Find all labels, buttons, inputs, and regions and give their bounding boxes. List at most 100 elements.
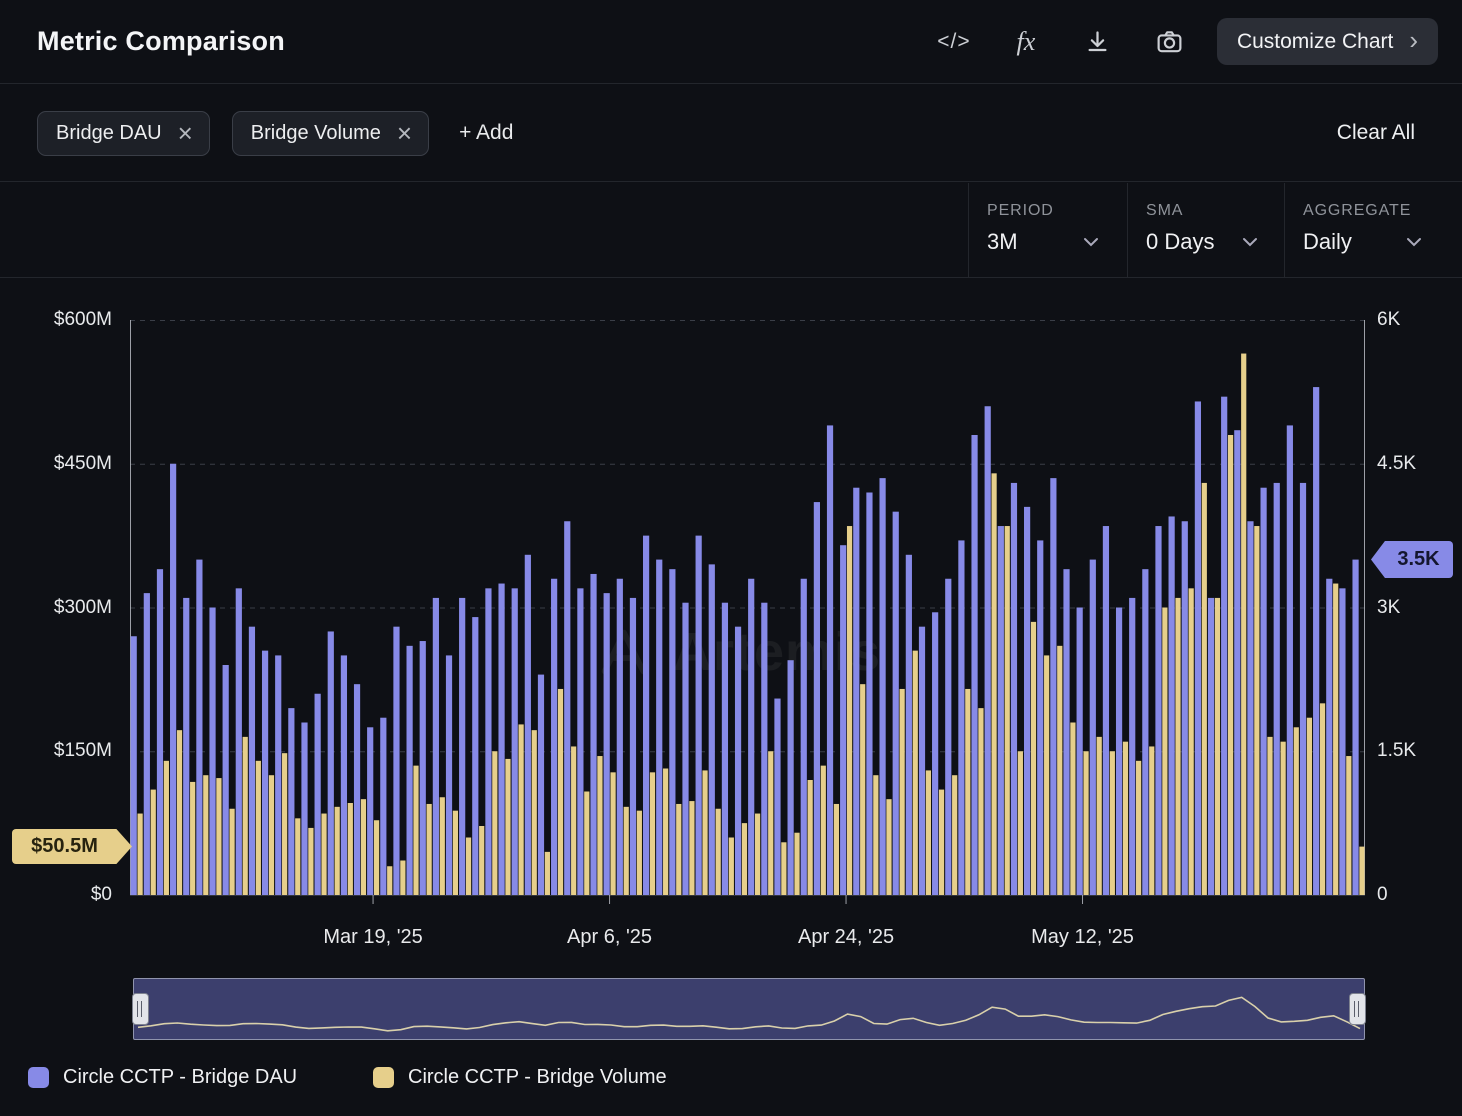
bar-volume[interactable] [808, 780, 813, 895]
chip-bridge-dau[interactable]: Bridge DAU × [37, 111, 210, 156]
bar-volume[interactable] [216, 778, 221, 895]
bar-volume[interactable] [1031, 622, 1036, 895]
bar-volume[interactable] [1136, 761, 1141, 895]
bar-dau[interactable] [971, 435, 977, 895]
bar-volume[interactable] [400, 861, 405, 896]
close-icon[interactable]: × [397, 120, 412, 146]
bar-dau[interactable] [643, 536, 649, 895]
bar-dau[interactable] [1195, 401, 1201, 895]
bar-dau[interactable] [761, 603, 767, 895]
bar-volume[interactable] [269, 775, 274, 895]
bar-volume[interactable] [1333, 584, 1338, 895]
bar-dau[interactable] [249, 627, 255, 895]
bar-volume[interactable] [676, 804, 681, 895]
bar-dau[interactable] [1116, 608, 1122, 896]
bar-dau[interactable] [1287, 425, 1293, 895]
bar-volume[interactable] [926, 770, 931, 895]
bar-volume[interactable] [702, 770, 707, 895]
bar-dau[interactable] [682, 603, 688, 895]
camera-icon[interactable] [1151, 23, 1189, 61]
bar-volume[interactable] [479, 826, 484, 895]
bar-volume[interactable] [873, 775, 878, 895]
bar-dau[interactable] [393, 627, 399, 895]
bar-dau[interactable] [1313, 387, 1319, 895]
bar-dau[interactable] [1103, 526, 1109, 895]
bar-dau[interactable] [985, 406, 991, 895]
bar-volume[interactable] [164, 761, 169, 895]
bar-dau[interactable] [1300, 483, 1306, 895]
bar-dau[interactable] [1129, 598, 1135, 895]
bar-volume[interactable] [729, 838, 734, 896]
bar-dau[interactable] [696, 536, 702, 895]
bar-volume[interactable] [1162, 608, 1167, 896]
bar-volume[interactable] [965, 689, 970, 895]
bar-dau[interactable] [1274, 483, 1280, 895]
bar-dau[interactable] [1182, 521, 1188, 895]
bar-dau[interactable] [1339, 588, 1345, 895]
close-icon[interactable]: × [178, 120, 193, 146]
bar-volume[interactable] [505, 759, 510, 895]
bar-dau[interactable] [315, 694, 321, 895]
bar-dau[interactable] [170, 464, 176, 895]
bar-volume[interactable] [663, 769, 668, 896]
bar-volume[interactable] [584, 792, 589, 896]
bar-volume[interactable] [177, 730, 182, 895]
bar-volume[interactable] [321, 814, 326, 895]
bar-volume[interactable] [781, 842, 786, 895]
bar-dau[interactable] [853, 488, 859, 895]
bar-dau[interactable] [328, 631, 334, 895]
bar-dau[interactable] [1221, 397, 1227, 895]
bar-volume[interactable] [1057, 646, 1062, 895]
add-metric-button[interactable]: + Add [459, 121, 513, 145]
bar-volume[interactable] [821, 766, 826, 895]
bar-dau[interactable] [893, 512, 899, 895]
bar-dau[interactable] [866, 493, 872, 896]
bar-volume[interactable] [1202, 483, 1207, 895]
bar-volume[interactable] [900, 689, 905, 895]
bar-volume[interactable] [597, 756, 602, 895]
bar-volume[interactable] [138, 814, 143, 895]
bar-dau[interactable] [380, 718, 386, 895]
bar-dau[interactable] [1037, 540, 1043, 895]
bar-volume[interactable] [440, 797, 445, 895]
bar-volume[interactable] [1359, 847, 1364, 895]
bar-volume[interactable] [886, 799, 891, 895]
bar-volume[interactable] [794, 833, 799, 895]
bar-volume[interactable] [532, 730, 537, 895]
bar-dau[interactable] [485, 588, 491, 895]
bar-volume[interactable] [466, 838, 471, 896]
customize-chart-button[interactable]: Customize Chart › [1217, 18, 1438, 65]
bar-volume[interactable] [295, 818, 300, 895]
bar-volume[interactable] [768, 751, 773, 895]
bar-volume[interactable] [1097, 737, 1102, 895]
bar-volume[interactable] [453, 811, 458, 895]
bar-dau[interactable] [774, 699, 780, 895]
bar-volume[interactable] [1346, 756, 1351, 895]
bar-dau[interactable] [354, 684, 360, 895]
bar-volume[interactable] [1320, 703, 1325, 895]
bar-volume[interactable] [203, 775, 208, 895]
bar-dau[interactable] [144, 593, 150, 895]
bar-dau[interactable] [998, 526, 1004, 895]
bar-dau[interactable] [958, 540, 964, 895]
bar-dau[interactable] [945, 579, 951, 895]
bar-volume[interactable] [716, 809, 721, 895]
bar-volume[interactable] [1215, 598, 1220, 895]
bar-dau[interactable] [814, 502, 820, 895]
bar-dau[interactable] [551, 579, 557, 895]
bar-volume[interactable] [427, 804, 432, 895]
bar-dau[interactable] [367, 727, 373, 895]
bar-volume[interactable] [492, 751, 497, 895]
bar-volume[interactable] [1070, 723, 1075, 896]
bar-dau[interactable] [1155, 526, 1161, 895]
bar-dau[interactable] [288, 708, 294, 895]
bar-volume[interactable] [1281, 742, 1286, 895]
bar-dau[interactable] [788, 660, 794, 895]
download-icon[interactable] [1079, 23, 1117, 61]
bar-dau[interactable] [722, 603, 728, 895]
bar-volume[interactable] [1018, 751, 1023, 895]
bar-dau[interactable] [630, 598, 636, 895]
bar-volume[interactable] [939, 790, 944, 895]
bar-dau[interactable] [472, 617, 478, 895]
bar-dau[interactable] [919, 627, 925, 895]
